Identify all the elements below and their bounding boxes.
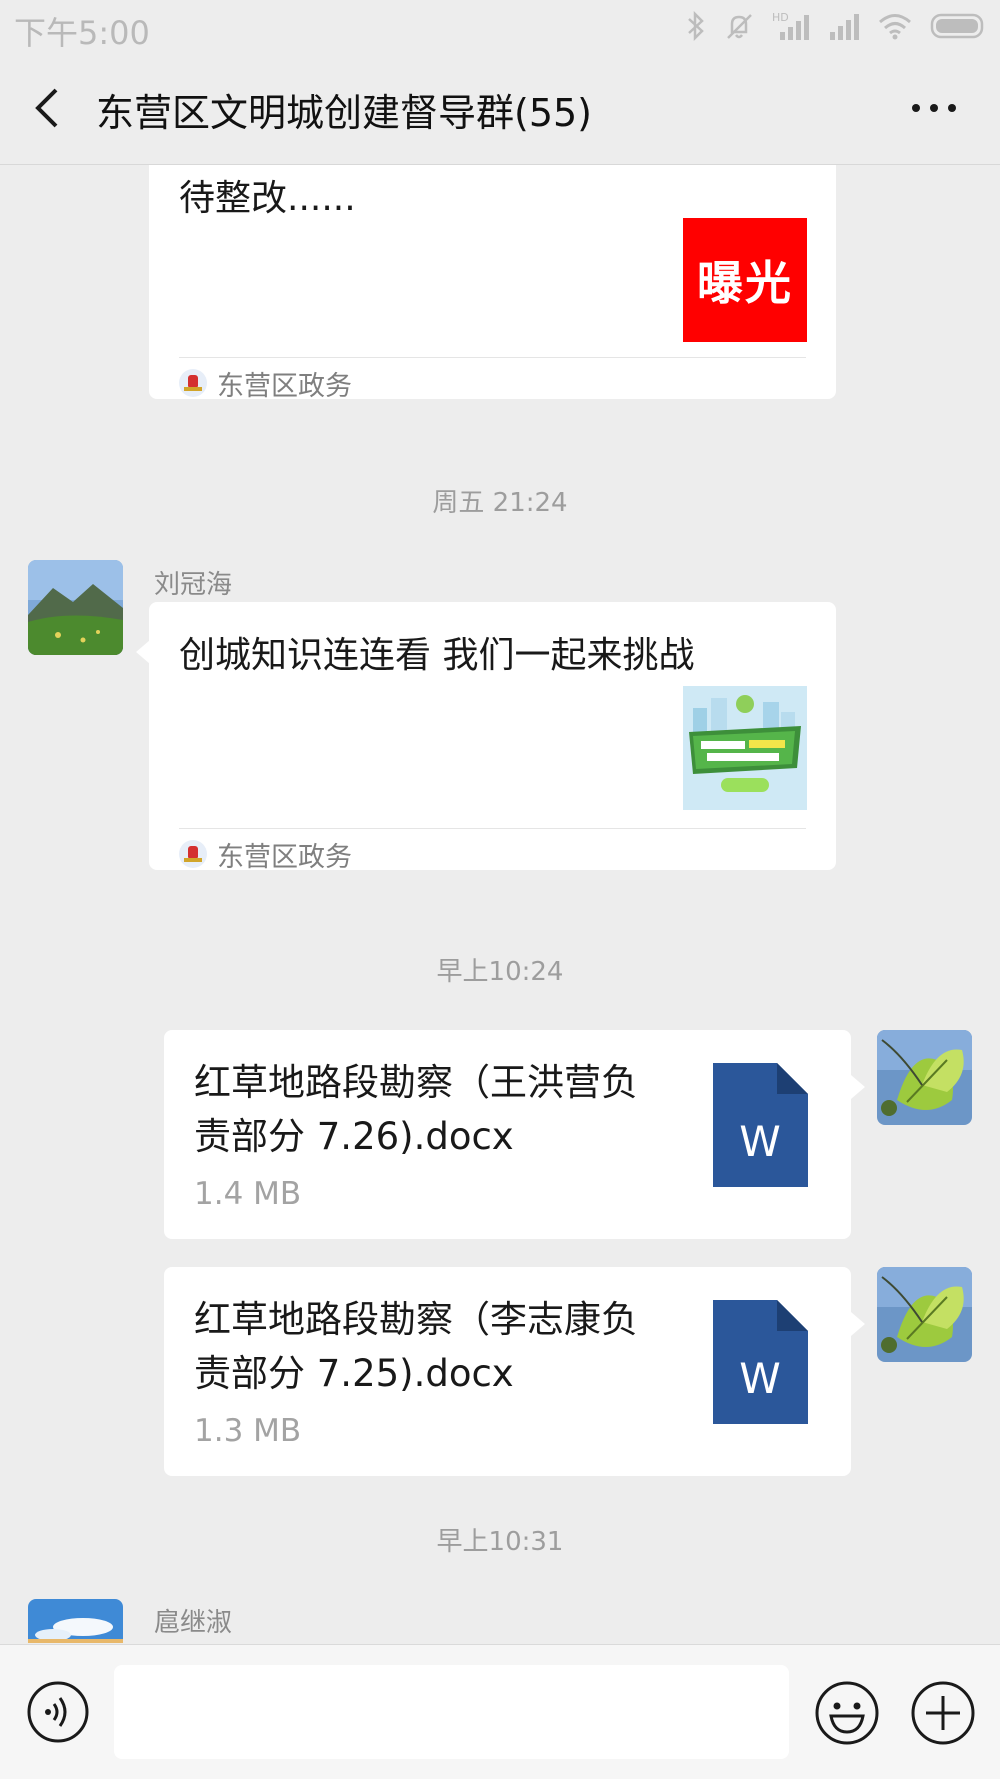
article-thumbnail: 曝光	[683, 218, 807, 342]
chevron-left-icon[interactable]	[28, 84, 68, 132]
file-size: 1.4 MB	[194, 1176, 302, 1212]
file-size: 1.3 MB	[194, 1413, 302, 1449]
bubble-tail	[851, 1312, 865, 1336]
file-message[interactable]: 红草地路段勘察（李志康负责部分 7.25).docx 1.3 MB W	[164, 1267, 851, 1476]
battery-icon	[930, 13, 984, 39]
svg-text:W: W	[739, 1117, 781, 1166]
gov-badge-icon	[179, 369, 207, 397]
plus-icon[interactable]	[910, 1680, 976, 1746]
message-input-bar	[0, 1644, 1000, 1779]
status-bar: 下午5:00 HD	[0, 0, 1000, 52]
chat-title: 东营区文明城创建督导群(55)	[96, 91, 593, 135]
leaves-avatar-image	[877, 1030, 972, 1125]
bluetooth-icon	[688, 11, 704, 41]
article-source: 东营区政务	[179, 836, 352, 873]
article-source-name: 东营区政务	[217, 370, 352, 402]
article-description: 待整改......	[179, 178, 356, 219]
mute-bell-icon	[727, 14, 752, 39]
message-text-input[interactable]	[114, 1665, 789, 1759]
timestamp: 早上10:31	[436, 1527, 564, 1557]
status-icons: HD	[686, 10, 988, 42]
file-name: 红草地路段勘察（李志康负责部分 7.25).docx	[194, 1298, 638, 1395]
timestamp: 早上10:24	[436, 957, 564, 987]
card-divider	[179, 828, 806, 829]
gov-badge-icon	[179, 840, 207, 868]
avatar[interactable]	[28, 1599, 123, 1643]
status-time: 下午5:00	[14, 14, 150, 52]
article-source: 东营区政务	[179, 365, 352, 402]
word-document-icon: W	[713, 1063, 808, 1187]
leaves-avatar-image	[877, 1267, 972, 1362]
sender-name: 刘冠海	[154, 570, 233, 600]
sky-avatar-image	[28, 1599, 123, 1643]
avatar[interactable]	[28, 560, 123, 655]
voice-icon[interactable]	[26, 1680, 90, 1744]
svg-text:HD: HD	[772, 11, 789, 24]
article-description: 创城知识连连看 我们一起来挑战	[179, 635, 695, 676]
avatar[interactable]	[877, 1030, 972, 1125]
file-name: 红草地路段勘察（王洪营负责部分 7.26).docx	[194, 1061, 638, 1158]
chat-messages[interactable]: 待整改...... 曝光 东营区政务 周五 21:24 刘冠海 创城知识连连看 …	[0, 165, 1000, 1643]
chat-header: 东营区文明城创建督导群(55)	[0, 52, 1000, 165]
more-horizontal-icon[interactable]	[904, 90, 964, 126]
timestamp: 周五 21:24	[432, 488, 568, 518]
shared-article-card[interactable]: 创城知识连连看 我们一起来挑战 东营区政务	[149, 602, 836, 873]
file-message[interactable]: 红草地路段勘察（王洪营负责部分 7.26).docx 1.4 MB W	[164, 1030, 851, 1239]
avatar[interactable]	[877, 1267, 972, 1362]
word-document-icon: W	[713, 1300, 808, 1424]
hd-signal-icon: HD	[772, 11, 809, 40]
svg-text:W: W	[739, 1354, 781, 1403]
emoji-icon[interactable]	[814, 1680, 880, 1746]
bubble-tail	[851, 1075, 865, 1099]
landscape-avatar-image	[28, 560, 123, 655]
signal-icon	[830, 14, 859, 40]
thumbnail-text: 曝光	[697, 256, 793, 310]
article-source-name: 东营区政务	[217, 841, 352, 873]
sender-name: 扈继淑	[154, 1608, 233, 1638]
wifi-icon	[879, 14, 911, 40]
card-divider	[179, 357, 806, 358]
article-thumbnail	[683, 686, 807, 810]
shared-article-card[interactable]: 待整改...... 曝光 东营区政务	[149, 165, 836, 402]
bubble-tail	[136, 640, 150, 664]
quiz-banner-image	[683, 686, 807, 810]
